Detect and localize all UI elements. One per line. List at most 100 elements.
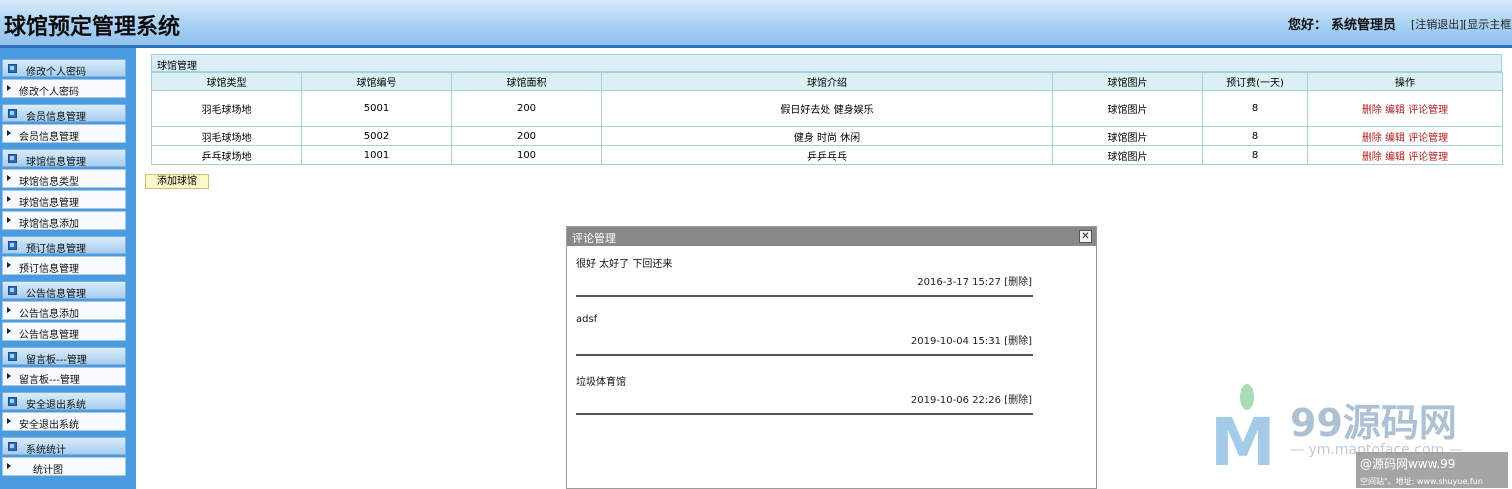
sidebar-group-logout[interactable]: 安全退出系统 [2,392,126,411]
toggle-main-frame-link[interactable]: [显示主框架] [1463,16,1512,32]
arrow-right-icon [7,373,11,379]
sidebar-group-statistics[interactable]: 系统统计 [2,437,126,456]
delete-link[interactable]: 删除 [1362,152,1382,163]
column-header: 球馆图片 [1052,72,1203,91]
comment-time: 2019-10-04 15:31 [910,336,1001,347]
sidebar-item-label: 球馆信息类型 [19,177,79,188]
sidebar-item-chart[interactable]: 统计图 [2,457,126,476]
sidebar-item-venue-management[interactable]: 球馆信息管理 [2,190,126,209]
comment-text: 垃圾体育馆 [576,377,626,388]
cell-fee: 8 [1202,145,1308,165]
sidebar-item-label: 预订信息管理 [19,264,79,275]
close-icon[interactable]: ✕ [1079,230,1092,243]
add-venue-button[interactable]: 添加球馆 [145,174,209,189]
sidebar-group-label: 留言板---管理 [26,355,87,366]
sidebar-item-label: 修改个人密码 [19,87,79,98]
sidebar-group-venues[interactable]: 球馆信息管理 [2,149,126,168]
comment-time: 2019-10-06 22:26 [910,395,1001,406]
cell-type: 羽毛球场地 [151,126,302,146]
cell-actions: 删除 编辑 评论管理 [1307,126,1503,146]
sidebar-item-notice-add[interactable]: 公告信息添加 [2,301,126,320]
sidebar-item-change-password[interactable]: 修改个人密码 [2,79,126,98]
sidebar-item-safe-logout[interactable]: 安全退出系统 [2,412,126,431]
folder-icon [8,241,17,250]
folder-icon [8,442,17,451]
watermark-line1: @源码网www.99 [1360,457,1456,471]
header-divider [0,45,1512,48]
sidebar-group-guestbook[interactable]: 留言板---管理 [2,347,126,366]
sidebar-group-password[interactable]: 修改个人密码 [2,59,126,78]
sidebar-group-label: 公告信息管理 [26,289,86,300]
app-title: 球馆预定管理系统 [4,15,181,40]
comment-delete-link[interactable]: [删除] [1004,277,1032,288]
greeting-label: 您好： [1288,18,1328,33]
watermark-brand: 99源码网 [1290,401,1457,445]
comment-delete-link[interactable]: [删除] [1004,395,1032,406]
delete-link[interactable]: 删除 [1362,105,1382,116]
table-row: 乒乓球场地 1001 100 乒乒乓乓 球馆图片 8 删除 编辑 评论管理 [151,145,1503,165]
comments-link[interactable]: 评论管理 [1408,133,1448,144]
column-header: 球馆面积 [451,72,602,91]
cell-fee: 8 [1202,126,1308,146]
edit-link[interactable]: 编辑 [1385,105,1405,116]
sidebar-item-venue-add[interactable]: 球馆信息添加 [2,211,126,230]
comment-dialog: 评论管理 ✕ 很好 太好了 下回还来 2016-3-17 15:27 [删除] … [566,226,1097,489]
comment-text: adsf [576,314,598,325]
cell-image-link[interactable]: 球馆图片 [1052,126,1203,146]
cell-image-link[interactable]: 球馆图片 [1052,145,1203,165]
sidebar-group-notices[interactable]: 公告信息管理 [2,281,126,300]
comment-text: 很好 太好了 下回还来 [576,259,673,270]
sidebar-item-label: 安全退出系统 [19,420,79,431]
arrow-right-icon [7,463,11,469]
user-greeting: 您好： 系统管理员 [1288,14,1400,33]
sidebar-group-label: 预订信息管理 [26,244,86,255]
cell-number: 5001 [301,90,452,127]
sidebar-item-booking-management[interactable]: 预订信息管理 [2,256,126,275]
comments-link[interactable]: 评论管理 [1408,152,1448,163]
cell-intro: 健身 时尚 休闲 [601,126,1053,146]
edit-link[interactable]: 编辑 [1385,152,1405,163]
folder-icon [8,64,17,73]
comment-divider [576,413,1033,415]
cell-number: 5002 [301,126,452,146]
watermark-caption-bar: @源码网www.99 空间站"。地址: www.shuyue.fun [1356,452,1508,488]
cell-number: 1001 [301,145,452,165]
logout-link[interactable]: [注销退出] [1411,16,1464,32]
arrow-right-icon [7,85,11,91]
comments-link[interactable]: 评论管理 [1408,105,1448,116]
arrow-right-icon [7,130,11,136]
table-row: 羽毛球场地 5001 200 假日好去处 健身娱乐 球馆图片 8 删除 编辑 评… [151,90,1503,127]
dialog-title: 评论管理 [572,232,616,245]
comment-delete-link[interactable]: [删除] [1004,336,1032,347]
sidebar-item-label: 公告信息管理 [19,330,79,341]
watermark: M 99源码网 — ym.maptoface.com — @源码网www.99 … [1210,384,1510,489]
edit-link[interactable]: 编辑 [1385,133,1405,144]
sidebar-group-label: 修改个人密码 [26,67,86,78]
folder-icon [8,154,17,163]
sidebar-item-label: 球馆信息添加 [19,219,79,230]
venue-table: 球馆类型 球馆编号 球馆面积 球馆介绍 球馆图片 预订费(一天) 操作 羽毛球场… [151,72,1503,165]
sidebar-item-label: 球馆信息管理 [19,198,79,209]
folder-icon [8,352,17,361]
sidebar-item-venue-types[interactable]: 球馆信息类型 [2,169,126,188]
delete-link[interactable]: 删除 [1362,133,1382,144]
cell-image-link[interactable]: 球馆图片 [1052,90,1203,127]
column-header: 球馆编号 [301,72,452,91]
column-header: 操作 [1307,72,1503,91]
dialog-title-bar: 评论管理 ✕ [567,227,1096,246]
sidebar-item-label: 会员信息管理 [19,132,79,143]
sidebar-item-label: 留言板---管理 [19,375,80,386]
cell-area: 200 [451,90,602,127]
comment-meta: 2016-3-17 15:27 [删除] [917,273,1032,288]
sidebar-item-member-management[interactable]: 会员信息管理 [2,124,126,143]
arrow-right-icon [7,262,11,268]
venue-management-panel: 球馆管理 球馆类型 球馆编号 球馆面积 球馆介绍 球馆图片 预订费(一天) 操作… [151,54,1503,165]
app-header: 球馆预定管理系统 您好：系统管理员 [注销退出] [显示主框架] [0,0,1512,45]
sidebar-item-notice-management[interactable]: 公告信息管理 [2,322,126,341]
sidebar-group-members[interactable]: 会员信息管理 [2,104,126,123]
sidebar-item-guestbook-management[interactable]: 留言板---管理 [2,367,126,386]
arrow-right-icon [7,196,11,202]
sidebar-group-label: 安全退出系统 [26,400,86,411]
sidebar-item-label: 统计图 [33,465,63,476]
sidebar-group-bookings[interactable]: 预订信息管理 [2,236,126,255]
